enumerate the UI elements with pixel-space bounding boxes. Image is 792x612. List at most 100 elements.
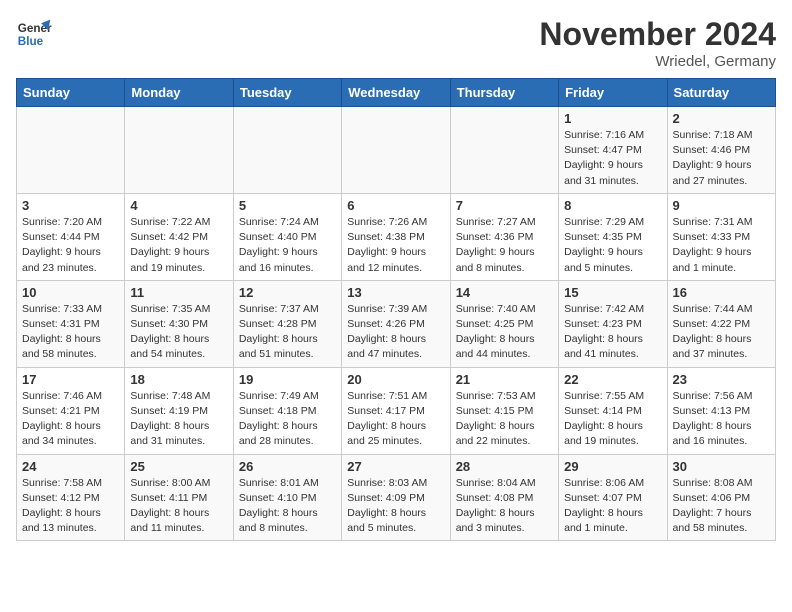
calendar-cell: 26 Sunrise: 8:01 AM Sunset: 4:10 PM Dayli… [233, 454, 341, 541]
calendar-cell: 11 Sunrise: 7:35 AM Sunset: 4:30 PM Dayli… [125, 280, 233, 367]
calendar-cell: 5Sunrise: 7:24 AM Sunset: 4:40 PM Daylig… [233, 193, 341, 280]
calendar-cell: 16 Sunrise: 7:44 AM Sunset: 4:22 PM Dayli… [667, 280, 775, 367]
day-number: 20 [347, 372, 444, 387]
day-detail: Sunrise: 7:42 AM Sunset: 4:23 PM Dayligh… [564, 302, 661, 363]
day-number: 3 [22, 198, 119, 213]
month-title: November 2024 [539, 16, 776, 53]
calendar-header-row: SundayMondayTuesdayWednesdayThursdayFrid… [17, 79, 776, 107]
day-number: 10 [22, 285, 119, 300]
day-detail: Sunrise: 7:20 AM Sunset: 4:44 PM Dayligh… [22, 215, 119, 276]
day-header-saturday: Saturday [667, 79, 775, 107]
svg-text:Blue: Blue [18, 35, 44, 48]
calendar-cell [125, 107, 233, 194]
day-number: 24 [22, 459, 119, 474]
calendar-cell [450, 107, 558, 194]
day-number: 6 [347, 198, 444, 213]
day-detail: Sunrise: 7:39 AM Sunset: 4:26 PM Dayligh… [347, 302, 444, 363]
calendar-cell: 8 Sunrise: 7:29 AM Sunset: 4:35 PM Daylig… [559, 193, 667, 280]
calendar-cell: 3 Sunrise: 7:20 AM Sunset: 4:44 PM Daylig… [17, 193, 125, 280]
calendar-cell: 28 Sunrise: 8:04 AM Sunset: 4:08 PM Dayli… [450, 454, 558, 541]
calendar-cell: 4 Sunrise: 7:22 AM Sunset: 4:42 PM Daylig… [125, 193, 233, 280]
calendar-cell: 23Sunrise: 7:56 AM Sunset: 4:13 PM Dayli… [667, 367, 775, 454]
day-header-thursday: Thursday [450, 79, 558, 107]
calendar-cell [17, 107, 125, 194]
day-number: 26 [239, 459, 336, 474]
logo: General Blue [16, 16, 56, 52]
calendar-week-row: 24Sunrise: 7:58 AM Sunset: 4:12 PM Dayli… [17, 454, 776, 541]
day-detail: Sunrise: 7:31 AM Sunset: 4:33 PM Dayligh… [673, 215, 770, 276]
day-number: 4 [130, 198, 227, 213]
calendar-cell: 18 Sunrise: 7:48 AM Sunset: 4:19 PM Dayli… [125, 367, 233, 454]
calendar-cell: 15Sunrise: 7:42 AM Sunset: 4:23 PM Dayli… [559, 280, 667, 367]
day-detail: Sunrise: 8:06 AM Sunset: 4:07 PM Dayligh… [564, 476, 661, 537]
day-number: 7 [456, 198, 553, 213]
day-header-friday: Friday [559, 79, 667, 107]
calendar-cell: 19 Sunrise: 7:49 AM Sunset: 4:18 PM Dayli… [233, 367, 341, 454]
day-detail: Sunrise: 7:35 AM Sunset: 4:30 PM Dayligh… [130, 302, 227, 363]
calendar-cell: 14 Sunrise: 7:40 AM Sunset: 4:25 PM Dayli… [450, 280, 558, 367]
calendar-cell: 7 Sunrise: 7:27 AM Sunset: 4:36 PM Daylig… [450, 193, 558, 280]
day-detail: Sunrise: 7:37 AM Sunset: 4:28 PM Dayligh… [239, 302, 336, 363]
calendar-body: 1 Sunrise: 7:16 AM Sunset: 4:47 PM Daylig… [17, 107, 776, 541]
day-detail: Sunrise: 8:03 AM Sunset: 4:09 PM Dayligh… [347, 476, 444, 537]
day-number: 13 [347, 285, 444, 300]
calendar-week-row: 3 Sunrise: 7:20 AM Sunset: 4:44 PM Daylig… [17, 193, 776, 280]
day-number: 14 [456, 285, 553, 300]
day-detail: Sunrise: 7:44 AM Sunset: 4:22 PM Dayligh… [673, 302, 770, 363]
calendar-cell: 1 Sunrise: 7:16 AM Sunset: 4:47 PM Daylig… [559, 107, 667, 194]
day-number: 30 [673, 459, 770, 474]
day-number: 2 [673, 111, 770, 126]
day-number: 23 [673, 372, 770, 387]
day-number: 25 [130, 459, 227, 474]
day-number: 18 [130, 372, 227, 387]
day-detail: Sunrise: 7:49 AM Sunset: 4:18 PM Dayligh… [239, 389, 336, 450]
day-detail: Sunrise: 7:53 AM Sunset: 4:15 PM Dayligh… [456, 389, 553, 450]
location: Wriedel, Germany [539, 53, 776, 70]
calendar-week-row: 10Sunrise: 7:33 AM Sunset: 4:31 PM Dayli… [17, 280, 776, 367]
day-header-monday: Monday [125, 79, 233, 107]
day-detail: Sunrise: 8:08 AM Sunset: 4:06 PM Dayligh… [673, 476, 770, 537]
day-header-wednesday: Wednesday [342, 79, 450, 107]
day-number: 8 [564, 198, 661, 213]
day-detail: Sunrise: 7:16 AM Sunset: 4:47 PM Dayligh… [564, 128, 661, 189]
day-detail: Sunrise: 7:27 AM Sunset: 4:36 PM Dayligh… [456, 215, 553, 276]
calendar-cell: 9Sunrise: 7:31 AM Sunset: 4:33 PM Daylig… [667, 193, 775, 280]
day-detail: Sunrise: 7:51 AM Sunset: 4:17 PM Dayligh… [347, 389, 444, 450]
day-number: 19 [239, 372, 336, 387]
day-number: 21 [456, 372, 553, 387]
calendar-week-row: 17Sunrise: 7:46 AM Sunset: 4:21 PM Dayli… [17, 367, 776, 454]
calendar-cell: 17Sunrise: 7:46 AM Sunset: 4:21 PM Dayli… [17, 367, 125, 454]
day-number: 16 [673, 285, 770, 300]
calendar-cell: 25 Sunrise: 8:00 AM Sunset: 4:11 PM Dayli… [125, 454, 233, 541]
day-detail: Sunrise: 7:55 AM Sunset: 4:14 PM Dayligh… [564, 389, 661, 450]
calendar-cell: 6Sunrise: 7:26 AM Sunset: 4:38 PM Daylig… [342, 193, 450, 280]
day-number: 11 [130, 285, 227, 300]
calendar-cell [233, 107, 341, 194]
day-number: 22 [564, 372, 661, 387]
day-detail: Sunrise: 8:00 AM Sunset: 4:11 PM Dayligh… [130, 476, 227, 537]
calendar-cell: 12 Sunrise: 7:37 AM Sunset: 4:28 PM Dayli… [233, 280, 341, 367]
page-header: General Blue November 2024 Wriedel, Germ… [16, 16, 776, 70]
calendar-cell: 21 Sunrise: 7:53 AM Sunset: 4:15 PM Dayli… [450, 367, 558, 454]
day-header-sunday: Sunday [17, 79, 125, 107]
calendar-week-row: 1 Sunrise: 7:16 AM Sunset: 4:47 PM Daylig… [17, 107, 776, 194]
calendar-cell: 27Sunrise: 8:03 AM Sunset: 4:09 PM Dayli… [342, 454, 450, 541]
calendar-cell: 22 Sunrise: 7:55 AM Sunset: 4:14 PM Dayli… [559, 367, 667, 454]
day-detail: Sunrise: 8:01 AM Sunset: 4:10 PM Dayligh… [239, 476, 336, 537]
day-number: 17 [22, 372, 119, 387]
day-number: 12 [239, 285, 336, 300]
day-detail: Sunrise: 7:48 AM Sunset: 4:19 PM Dayligh… [130, 389, 227, 450]
day-number: 29 [564, 459, 661, 474]
calendar-cell [342, 107, 450, 194]
calendar-cell: 29 Sunrise: 8:06 AM Sunset: 4:07 PM Dayli… [559, 454, 667, 541]
day-detail: Sunrise: 8:04 AM Sunset: 4:08 PM Dayligh… [456, 476, 553, 537]
day-number: 5 [239, 198, 336, 213]
calendar-table: SundayMondayTuesdayWednesdayThursdayFrid… [16, 78, 776, 541]
day-detail: Sunrise: 7:29 AM Sunset: 4:35 PM Dayligh… [564, 215, 661, 276]
title-block: November 2024 Wriedel, Germany [539, 16, 776, 70]
day-number: 1 [564, 111, 661, 126]
day-number: 28 [456, 459, 553, 474]
day-detail: Sunrise: 7:40 AM Sunset: 4:25 PM Dayligh… [456, 302, 553, 363]
calendar-cell: 24Sunrise: 7:58 AM Sunset: 4:12 PM Dayli… [17, 454, 125, 541]
day-detail: Sunrise: 7:22 AM Sunset: 4:42 PM Dayligh… [130, 215, 227, 276]
